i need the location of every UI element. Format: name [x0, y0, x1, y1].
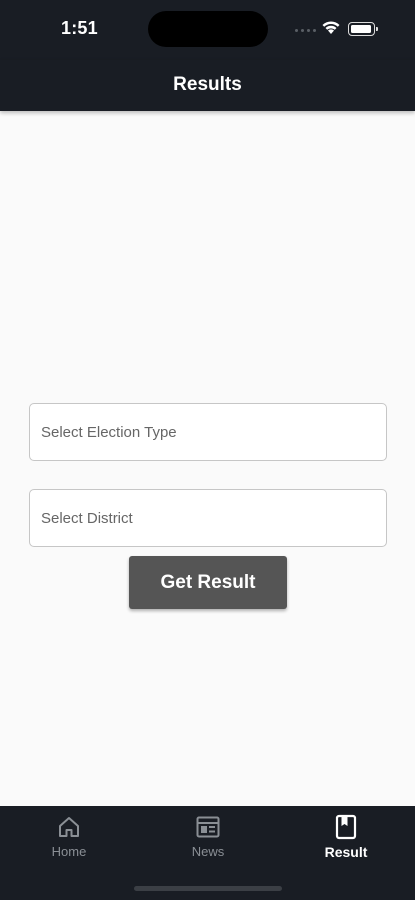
wifi-icon: [322, 21, 340, 34]
result-icon: [335, 814, 357, 840]
nav-item-home[interactable]: Home: [29, 814, 109, 859]
news-icon: [196, 816, 220, 838]
home-icon: [59, 817, 79, 837]
battery-icon: [348, 22, 378, 36]
district-dropdown[interactable]: Select District: [29, 489, 387, 547]
home-indicator[interactable]: [134, 886, 282, 891]
election-type-dropdown[interactable]: Select Election Type: [29, 403, 387, 461]
status-time: 1:51: [61, 18, 98, 38]
election-type-placeholder: Select Election Type: [41, 423, 177, 441]
nav-label-home: Home: [51, 844, 87, 859]
page-title: Results: [173, 73, 242, 95]
get-result-button[interactable]: Get Result: [129, 556, 287, 609]
nav-label-news: News: [191, 844, 225, 859]
district-placeholder: Select District: [41, 509, 133, 527]
cellular-signal-icon: [295, 29, 316, 32]
status-bar: 1:51: [0, 0, 415, 60]
nav-item-result[interactable]: Result: [306, 814, 386, 860]
app-bar: Results: [0, 60, 415, 111]
dynamic-island: [148, 11, 268, 47]
nav-item-news[interactable]: News: [168, 814, 248, 859]
nav-label-result: Result: [324, 844, 368, 860]
